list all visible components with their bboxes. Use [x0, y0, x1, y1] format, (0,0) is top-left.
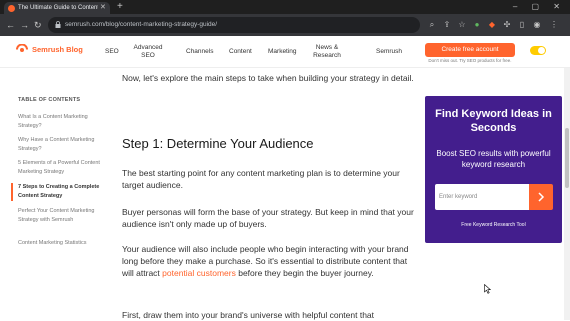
window-controls[interactable]: – ▢ ✕: [513, 1, 566, 13]
keyword-search-button[interactable]: [529, 184, 553, 210]
toc-item-active[interactable]: 7 Steps to Creating a Complete Content S…: [18, 183, 108, 201]
potential-customers-link[interactable]: potential customers: [162, 268, 236, 278]
address-bar[interactable]: semrush.com/blog/content-marketing-strat…: [48, 17, 420, 33]
share-icon[interactable]: ⇪: [441, 19, 453, 31]
toc-item[interactable]: Perfect Your Content Marketing Strategy …: [18, 207, 108, 225]
nav-semrush[interactable]: Semrush: [376, 48, 402, 56]
extension-icon[interactable]: ●: [471, 19, 483, 31]
browser-tab[interactable]: The Ultimate Guide to Content... ✕: [4, 2, 110, 14]
paragraph-text: before they begin the buyer journey.: [235, 268, 374, 278]
toc-item[interactable]: What Is a Content Marketing Strategy?: [18, 113, 108, 131]
reload-icon[interactable]: ↻: [34, 19, 42, 31]
toggle-knob: [538, 47, 545, 54]
tab-title: The Ultimate Guide to Content...: [18, 5, 98, 11]
toc-title: TABLE OF CONTENTS: [18, 97, 81, 103]
paragraph: Your audience will also include people w…: [122, 243, 414, 279]
semrush-favicon-icon: [8, 5, 15, 12]
page-scrollbar[interactable]: [564, 68, 570, 320]
forward-arrow-icon[interactable]: →: [20, 19, 29, 31]
lock-icon: [55, 21, 61, 28]
keyword-input[interactable]: Enter keyword: [435, 184, 529, 210]
theme-toggle[interactable]: [530, 46, 546, 55]
site-header: Semrush Blog SEO Advanced SEO Channels C…: [0, 36, 570, 68]
toc-item[interactable]: Content Marketing Statistics: [18, 239, 108, 248]
promo-title: Find Keyword Ideas in Seconds: [435, 108, 552, 134]
keyword-promo-panel: Find Keyword Ideas in Seconds Boost SEO …: [425, 96, 562, 243]
paragraph: The best starting point for any content …: [122, 168, 400, 190]
nav-advanced-seo[interactable]: Advanced SEO: [128, 44, 168, 60]
tab-close-icon[interactable]: ✕: [100, 3, 106, 13]
toc-active-indicator: [11, 183, 13, 201]
browser-toolbar: ← → ↻ semrush.com/blog/content-marketing…: [0, 14, 570, 36]
nav-marketing[interactable]: Marketing: [268, 48, 297, 56]
paragraph: Buyer personas will form the base of you…: [122, 207, 414, 229]
nav-content[interactable]: Content: [229, 48, 252, 56]
create-account-button[interactable]: Create free account: [425, 43, 515, 57]
scrollbar-thumb[interactable]: [565, 128, 569, 188]
intro-paragraph: Now, let's explore the main steps to tak…: [122, 73, 414, 83]
toc-item[interactable]: 5 Elements of a Powerful Content Marketi…: [18, 159, 108, 177]
toc-item[interactable]: Why Have a Content Marketing Strategy?: [18, 136, 108, 154]
profile-avatar-icon[interactable]: ◉: [531, 19, 543, 31]
url-text: semrush.com/blog/content-marketing-strat…: [65, 21, 218, 28]
promo-body: Boost SEO results with powerful keyword …: [436, 149, 551, 169]
mouse-pointer-icon: [484, 284, 491, 294]
section-heading: Step 1: Determine Your Audience: [122, 136, 314, 151]
nav-channels[interactable]: Channels: [186, 48, 213, 56]
nav-seo[interactable]: SEO: [105, 48, 119, 56]
logo-text[interactable]: Semrush Blog: [32, 45, 83, 55]
nav-news-research[interactable]: News & Research: [310, 44, 344, 60]
extension-icon[interactable]: ◆: [486, 19, 498, 31]
extensions-puzzle-icon[interactable]: ✣: [501, 19, 513, 31]
browser-tab-strip: The Ultimate Guide to Content... ✕ + – ▢…: [0, 0, 570, 14]
menu-kebab-icon[interactable]: ⋮: [548, 19, 560, 31]
bookmark-star-icon[interactable]: ☆: [456, 19, 468, 31]
paragraph: First, draw them into your brand's unive…: [122, 310, 375, 320]
free-keyword-tool-link[interactable]: Free Keyword Research Tool: [431, 222, 556, 229]
search-arrow-icon: [538, 192, 545, 202]
new-tab-button[interactable]: +: [117, 1, 123, 13]
zoom-icon[interactable]: ⌕: [426, 19, 438, 31]
back-arrow-icon[interactable]: ←: [6, 19, 15, 31]
semrush-logo-icon[interactable]: [16, 44, 29, 55]
cta-subtext: Don't miss out. Try SEO products for fre…: [428, 58, 512, 63]
sidebar-icon[interactable]: ▯: [516, 19, 528, 31]
